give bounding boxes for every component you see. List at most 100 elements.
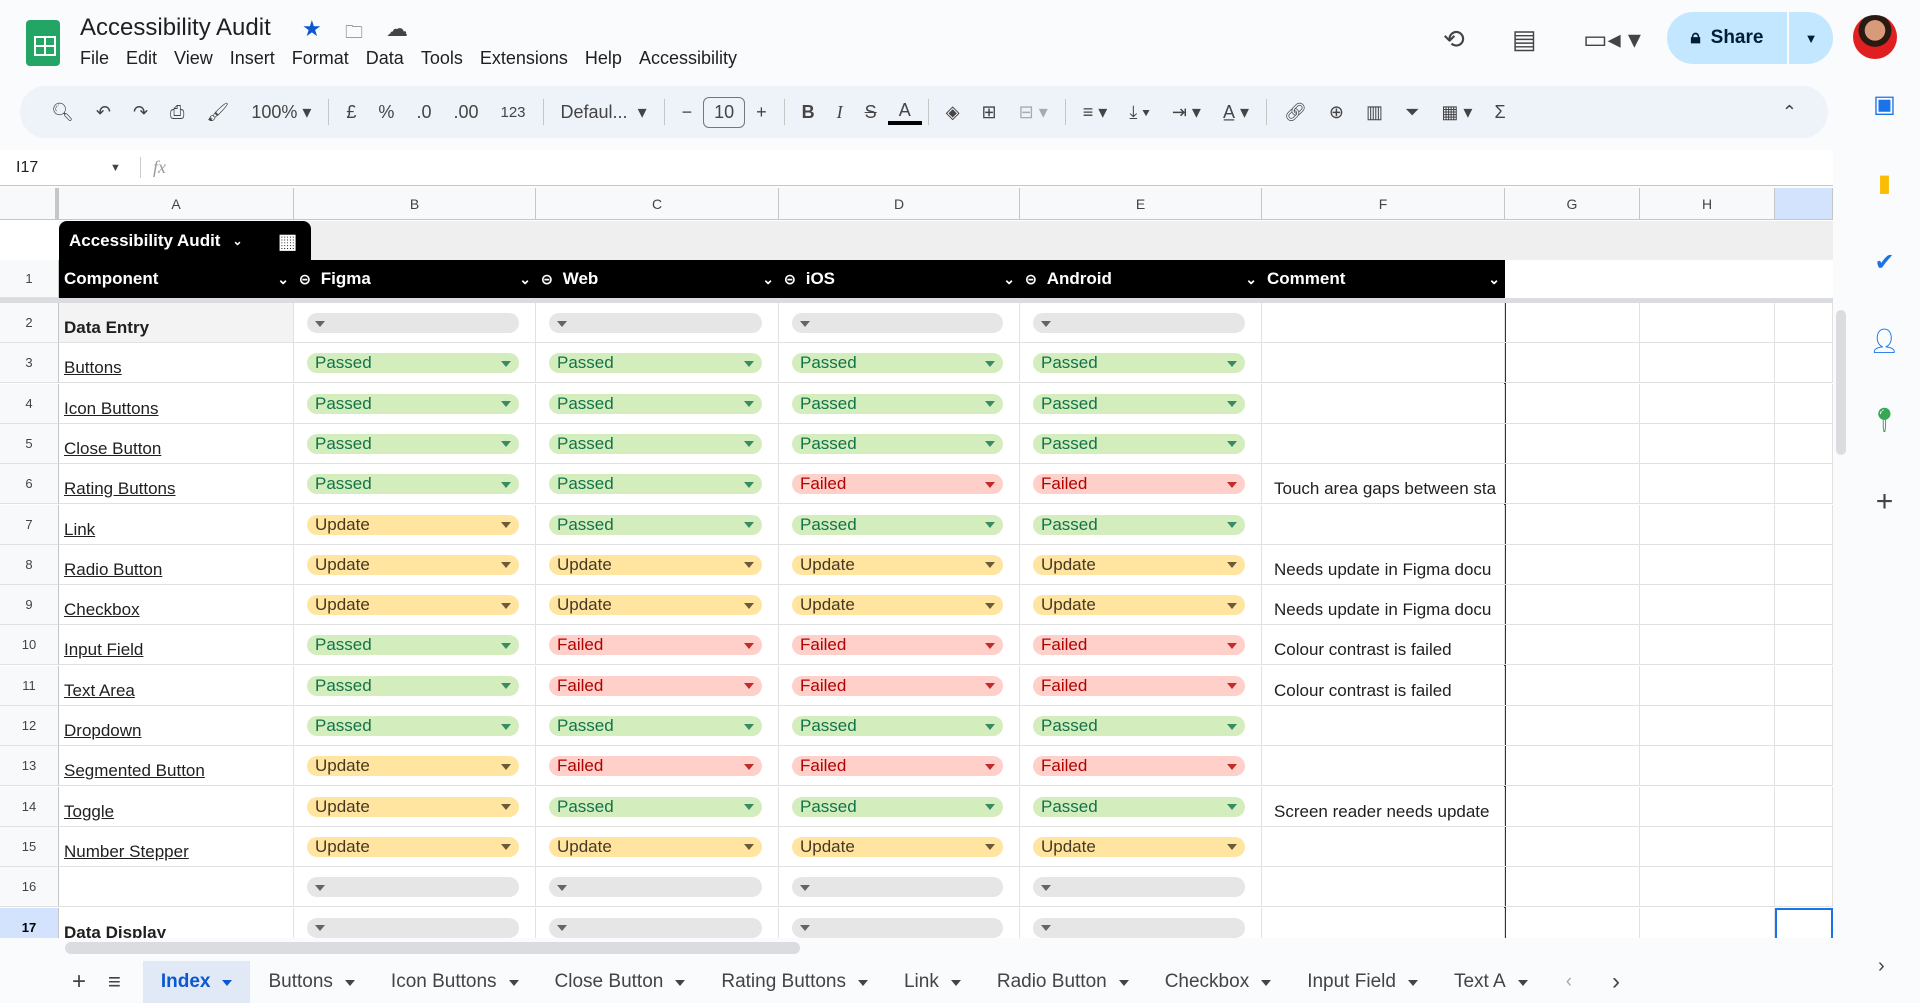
menu-edit[interactable]: Edit — [126, 48, 167, 69]
status-chip-update[interactable]: Update — [1033, 595, 1245, 616]
empty-cell[interactable] — [1505, 786, 1640, 827]
status-chip-passed[interactable]: Passed — [792, 433, 1003, 454]
table-name-tab[interactable]: Accessibility Audit ⌄ ▦ — [59, 221, 311, 261]
status-chip-update[interactable]: Update — [307, 796, 519, 817]
status-chip-failed[interactable]: Failed — [1033, 675, 1245, 696]
all-sheets-button[interactable]: ≡ — [108, 969, 143, 995]
filter-chevron-icon[interactable]: ⌄ — [1003, 271, 1015, 288]
empty-cell[interactable] — [1775, 464, 1833, 505]
row-header[interactable]: 8 — [0, 544, 59, 585]
empty-cell[interactable] — [1775, 423, 1833, 464]
row-header[interactable]: 16 — [0, 867, 59, 908]
scroll-tabs-right-icon[interactable]: › — [1592, 968, 1640, 996]
italic-button[interactable]: I — [826, 102, 854, 123]
status-chip-passed[interactable]: Passed — [792, 716, 1003, 736]
table-view-icon[interactable]: ▦ ▾ — [1430, 102, 1483, 123]
empty-cell[interactable] — [1505, 464, 1640, 505]
status-chip-update[interactable]: Update — [549, 595, 762, 616]
status-chip-empty[interactable] — [792, 877, 1003, 898]
filter-chevron-icon[interactable]: ⌄ — [519, 271, 531, 288]
insert-chart-icon[interactable]: ▥ — [1355, 102, 1394, 123]
component-cell[interactable]: Checkbox — [59, 585, 294, 626]
empty-cell[interactable] — [1775, 504, 1833, 545]
comment-cell[interactable] — [1262, 383, 1505, 424]
status-chip-passed[interactable]: Passed — [792, 514, 1003, 535]
empty-cell[interactable] — [1640, 786, 1775, 827]
chevron-down-icon[interactable]: ⌄ — [232, 234, 242, 248]
zoom-select[interactable]: 100% ▾ — [240, 102, 322, 123]
search-icon[interactable]: 🔍︎ — [40, 102, 85, 123]
empty-cell[interactable] — [1775, 665, 1833, 706]
filter-chevron-icon[interactable]: ⌄ — [1245, 271, 1257, 288]
empty-cell[interactable] — [1775, 544, 1833, 585]
empty-cell[interactable] — [1640, 464, 1775, 505]
empty-cell[interactable] — [1640, 706, 1775, 746]
merge-cells-icon[interactable]: ⊟ ▾ — [1008, 102, 1059, 123]
column-header[interactable]: E — [1020, 188, 1262, 220]
currency-button[interactable]: £ — [335, 102, 367, 123]
status-chip-passed[interactable]: Passed — [549, 716, 762, 736]
comment-cell[interactable] — [1262, 746, 1505, 787]
column-header[interactable]: G — [1505, 188, 1640, 220]
component-cell[interactable]: Input Field — [59, 625, 294, 666]
component-cell[interactable]: Radio Button — [59, 544, 294, 585]
sheet-tab[interactable]: Radio Button — [979, 961, 1147, 1003]
status-chip-passed[interactable]: Passed — [1033, 514, 1245, 535]
table-header-component[interactable]: Component ⌄ — [59, 260, 294, 298]
row-header[interactable]: 13 — [0, 746, 59, 787]
status-chip-update[interactable]: Update — [792, 595, 1003, 616]
horizontal-scrollbar[interactable] — [65, 942, 800, 954]
empty-cell[interactable] — [1505, 746, 1640, 787]
component-cell[interactable]: Icon Buttons — [59, 383, 294, 424]
number-format-button[interactable]: 123 — [489, 104, 536, 121]
table-header-comment[interactable]: Comment ⌄ — [1262, 260, 1505, 298]
empty-cell[interactable] — [1505, 303, 1640, 343]
comment-cell[interactable] — [1262, 706, 1505, 746]
empty-cell[interactable] — [1775, 343, 1833, 384]
table-header-figma[interactable]: ⊝ Figma ⌄ — [294, 260, 536, 298]
row-header[interactable]: 6 — [0, 464, 59, 505]
menu-insert[interactable]: Insert — [230, 48, 285, 69]
status-chip-update[interactable]: Update — [307, 836, 519, 857]
name-box[interactable]: I17 — [0, 159, 110, 177]
menu-accessibility[interactable]: Accessibility — [639, 48, 747, 69]
status-chip-passed[interactable]: Passed — [307, 635, 519, 656]
empty-cell[interactable] — [1505, 544, 1640, 585]
paint-format-icon[interactable]: 🖌︎ — [195, 102, 240, 123]
table-header-ios[interactable]: ⊝ iOS ⌄ — [779, 260, 1020, 298]
table-header-web[interactable]: ⊝ Web ⌄ — [536, 260, 779, 298]
insert-link-icon[interactable]: 🔗︎ — [1273, 102, 1318, 123]
comment-cell[interactable]: Touch area gaps between sta — [1262, 464, 1505, 505]
corner-cell[interactable] — [0, 188, 59, 220]
empty-cell[interactable] — [1505, 383, 1640, 424]
comment-cell[interactable] — [1262, 423, 1505, 464]
comment-cell[interactable]: Needs update in Figma docu — [1262, 585, 1505, 626]
collapse-toolbar-icon[interactable]: ⌃ — [1771, 102, 1808, 123]
menu-format[interactable]: Format — [292, 48, 359, 69]
status-chip-passed[interactable]: Passed — [307, 433, 519, 454]
empty-cell[interactable] — [1775, 383, 1833, 424]
component-cell[interactable]: Data Entry — [59, 303, 294, 343]
status-chip-update[interactable]: Update — [549, 554, 762, 575]
comment-cell[interactable]: Needs update in Figma docu — [1262, 544, 1505, 585]
status-chip-passed[interactable]: Passed — [792, 393, 1003, 414]
table-menu-icon[interactable]: ▦ — [278, 229, 297, 254]
undo-icon[interactable]: ↶ — [85, 102, 122, 123]
get-addons-icon[interactable]: + — [1876, 485, 1894, 519]
status-chip-empty[interactable] — [549, 313, 762, 333]
sheet-tab[interactable]: Link — [886, 961, 979, 1003]
empty-cell[interactable] — [1640, 343, 1775, 384]
status-chip-update[interactable]: Update — [307, 595, 519, 616]
text-wrap-icon[interactable]: ⇥ ▾ — [1161, 102, 1212, 123]
status-chip-empty[interactable] — [307, 313, 519, 333]
empty-cell[interactable] — [1505, 706, 1640, 746]
empty-cell[interactable] — [1640, 625, 1775, 666]
status-chip-passed[interactable]: Passed — [1033, 433, 1245, 454]
empty-cell[interactable] — [1775, 625, 1833, 666]
status-chip-empty[interactable] — [792, 917, 1003, 938]
row-header[interactable]: 3 — [0, 343, 59, 384]
status-chip-empty[interactable] — [307, 877, 519, 898]
comment-cell[interactable] — [1262, 303, 1505, 343]
empty-cell[interactable] — [1640, 383, 1775, 424]
insert-comment-icon[interactable]: ⊕ — [1318, 102, 1355, 123]
